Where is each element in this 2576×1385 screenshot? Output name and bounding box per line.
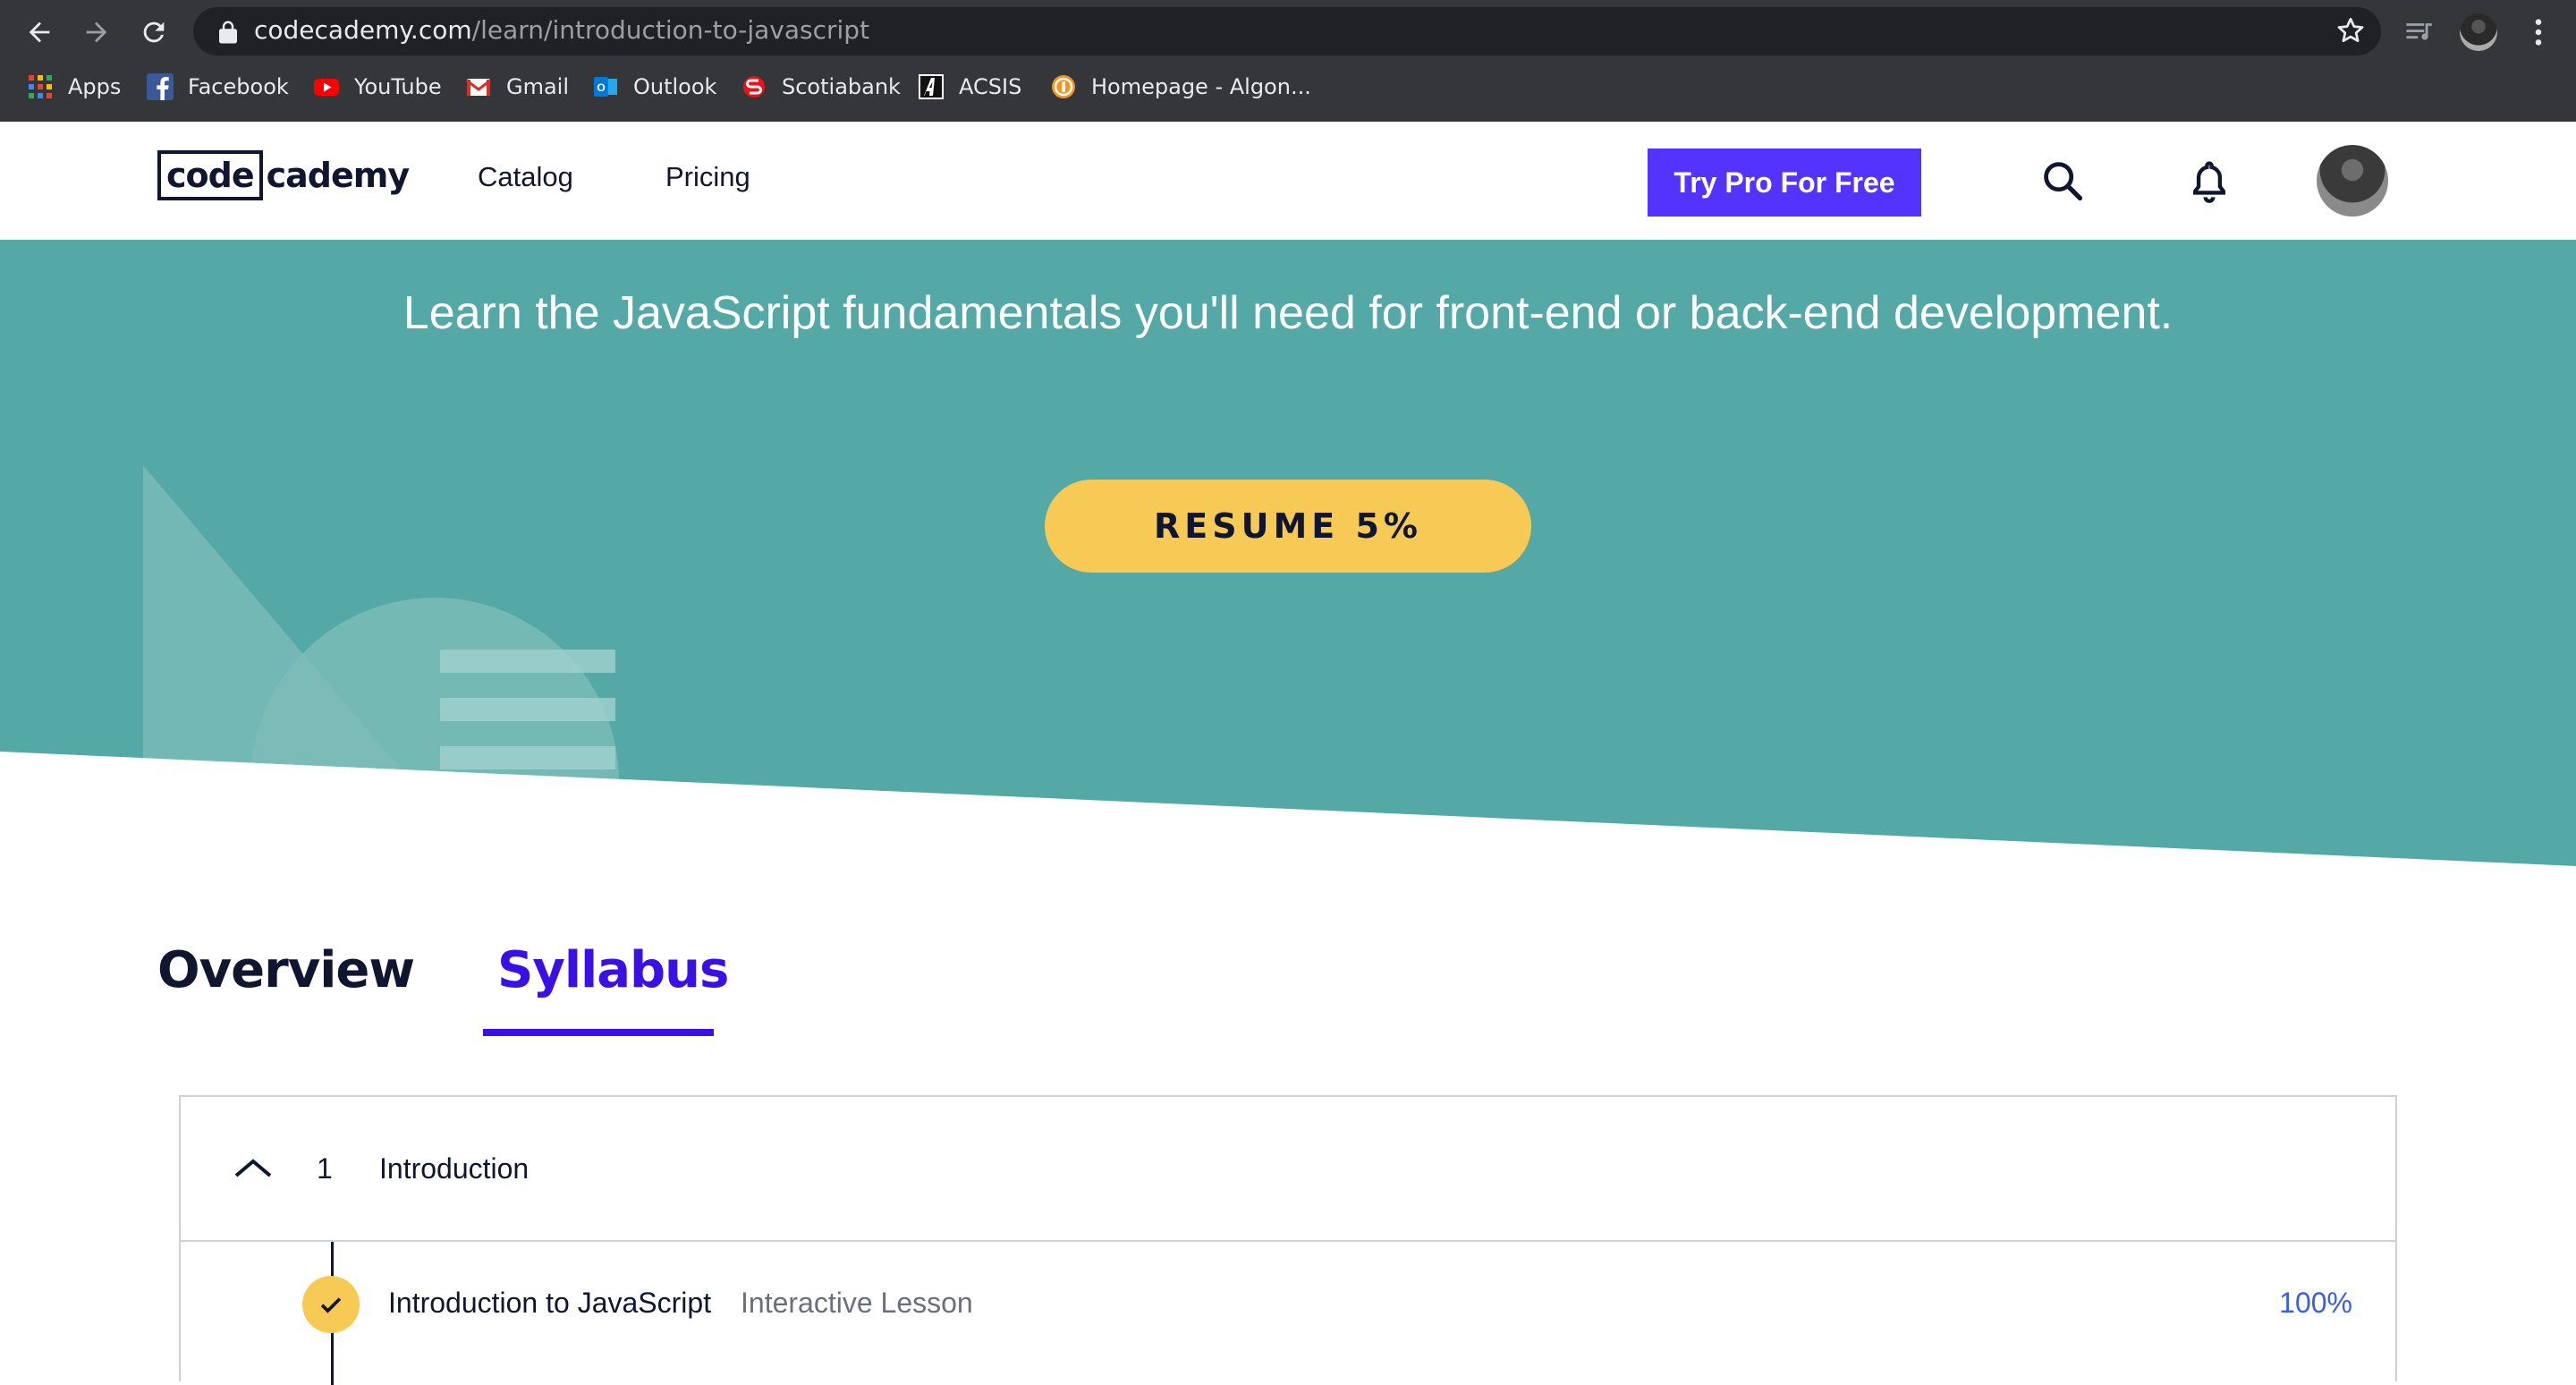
lesson-progress: 100% — [2279, 1287, 2352, 1319]
bookmark-label: Scotiabank — [782, 74, 901, 99]
bookmark-label: ACSIS — [959, 74, 1022, 99]
bookmark-gmail[interactable]: Gmail — [465, 72, 569, 102]
logo-cademy: cademy — [266, 156, 411, 195]
apps-grid-icon — [29, 75, 52, 98]
back-button[interactable] — [20, 13, 59, 52]
browser-chrome: codecademy.com/learn/introduction-to-jav… — [0, 0, 2576, 122]
bookmark-facebook[interactable]: Facebook — [147, 72, 289, 102]
bookmark-label: Apps — [68, 74, 122, 99]
tab-syllabus[interactable]: Syllabus — [497, 941, 729, 999]
acsis-icon — [919, 74, 944, 99]
lock-icon — [219, 21, 237, 44]
outlook-icon: O — [594, 77, 617, 97]
module-title: Introduction — [379, 1152, 530, 1185]
bookmark-label: Outlook — [633, 74, 717, 99]
scotiabank-icon — [743, 76, 765, 98]
chevron-up-icon[interactable] — [233, 1152, 274, 1183]
search-icon[interactable] — [2039, 157, 2086, 204]
bookmark-apps[interactable]: Apps — [27, 72, 121, 102]
algonquin-icon — [1052, 75, 1075, 98]
user-avatar[interactable] — [2317, 145, 2388, 217]
bookmark-outlook[interactable]: O Outlook — [592, 72, 716, 102]
syllabus-panel: 1 Introduction Introduction to JavaScrip… — [179, 1095, 2397, 1385]
bookmark-youtube[interactable]: YouTube — [313, 72, 442, 102]
tab-overview[interactable]: Overview — [157, 941, 415, 999]
kebab-menu-icon — [2535, 19, 2542, 46]
lesson-title[interactable]: Introduction to JavaScript — [388, 1287, 711, 1320]
profile-avatar — [2460, 13, 2497, 51]
url-path: /learn/introduction-to-javascript — [471, 15, 870, 45]
url-text[interactable]: codecademy.com/learn/introduction-to-jav… — [254, 13, 869, 48]
reload-button[interactable] — [134, 13, 174, 52]
youtube-icon — [314, 79, 339, 96]
codecademy-logo[interactable]: code cademy — [157, 149, 411, 202]
bookmarks-bar: Apps Facebook YouTube Gmail O Outlook Sc… — [0, 66, 2576, 107]
profile-avatar-button[interactable] — [2458, 13, 2499, 52]
media-control-button[interactable] — [2401, 13, 2440, 52]
forward-arrow-icon — [86, 21, 107, 43]
lesson-complete-badge — [302, 1276, 360, 1333]
bookmark-label: Facebook — [188, 74, 289, 99]
bookmark-star-icon[interactable] — [2334, 14, 2367, 47]
back-arrow-icon — [29, 21, 50, 43]
bookmark-label: YouTube — [354, 74, 442, 99]
reload-icon — [143, 21, 165, 43]
bookmark-label: Gmail — [506, 74, 570, 99]
svg-text:O: O — [597, 81, 605, 94]
nav-catalog[interactable]: Catalog — [478, 161, 573, 193]
nav-pricing[interactable]: Pricing — [665, 161, 750, 193]
playlist-icon — [2406, 23, 2432, 40]
bookmark-acsis[interactable]: ACSIS — [918, 72, 1021, 102]
site-header: code cademy Catalog Pricing Try Pro For F… — [0, 122, 2576, 240]
facebook-icon — [147, 73, 174, 100]
bookmark-algonquin[interactable]: Homepage - Algon... — [1050, 72, 1311, 102]
logo-code-box: code — [157, 150, 263, 200]
browser-menu-button[interactable] — [2519, 13, 2558, 52]
module-header[interactable]: 1 Introduction — [181, 1097, 2395, 1242]
notification-bell-icon[interactable] — [2186, 157, 2233, 204]
module-number: 1 — [317, 1152, 333, 1185]
gmail-icon — [466, 79, 491, 96]
try-pro-button[interactable]: Try Pro For Free — [1648, 149, 1921, 217]
course-tagline: Learn the JavaScript fundamentals you'll… — [402, 287, 2174, 339]
lesson-type: Interactive Lesson — [741, 1287, 973, 1319]
course-hero: Learn the JavaScript fundamentals you'll… — [0, 240, 2576, 866]
url-host: codecademy.com — [254, 15, 472, 45]
active-tab-indicator — [483, 1029, 714, 1036]
checkmark-icon — [320, 1297, 342, 1313]
bookmark-label: Homepage - Algon... — [1091, 74, 1311, 99]
bookmark-scotiabank[interactable]: Scotiabank — [741, 72, 901, 102]
forward-button[interactable] — [77, 13, 116, 52]
resume-button[interactable]: RESUME 5% — [1045, 480, 1531, 573]
